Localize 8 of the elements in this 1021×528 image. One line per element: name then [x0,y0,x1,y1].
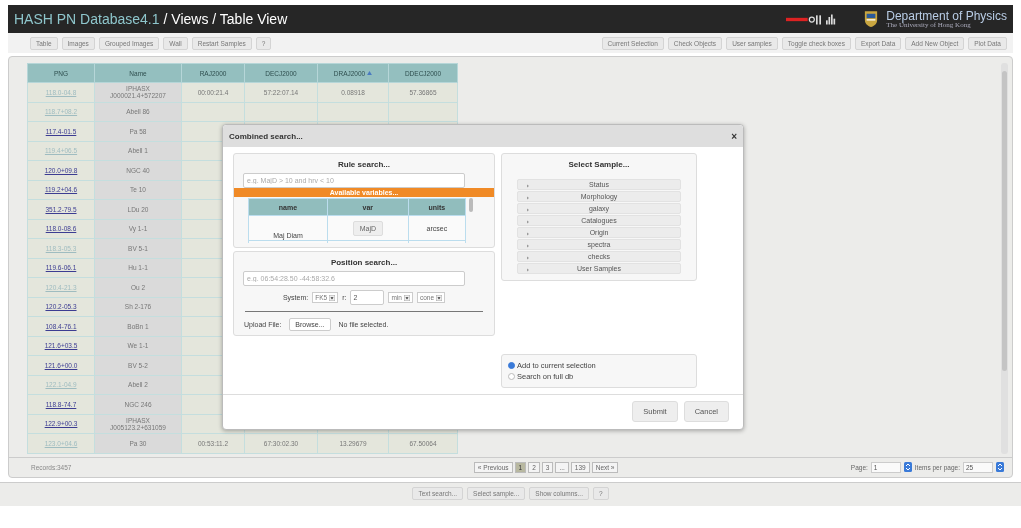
close-button[interactable]: × [731,130,737,142]
app-title: HASH PN Database4.1 [14,11,160,27]
section-title: Position search... [330,258,398,267]
section-title: Rule search... [338,160,390,169]
section-title: Select Sample... [568,160,630,169]
department-name: Department of Physics [886,9,1007,22]
breadcrumb: / Views / Table View [163,11,288,27]
dialog-title: Combined search... [229,131,303,141]
